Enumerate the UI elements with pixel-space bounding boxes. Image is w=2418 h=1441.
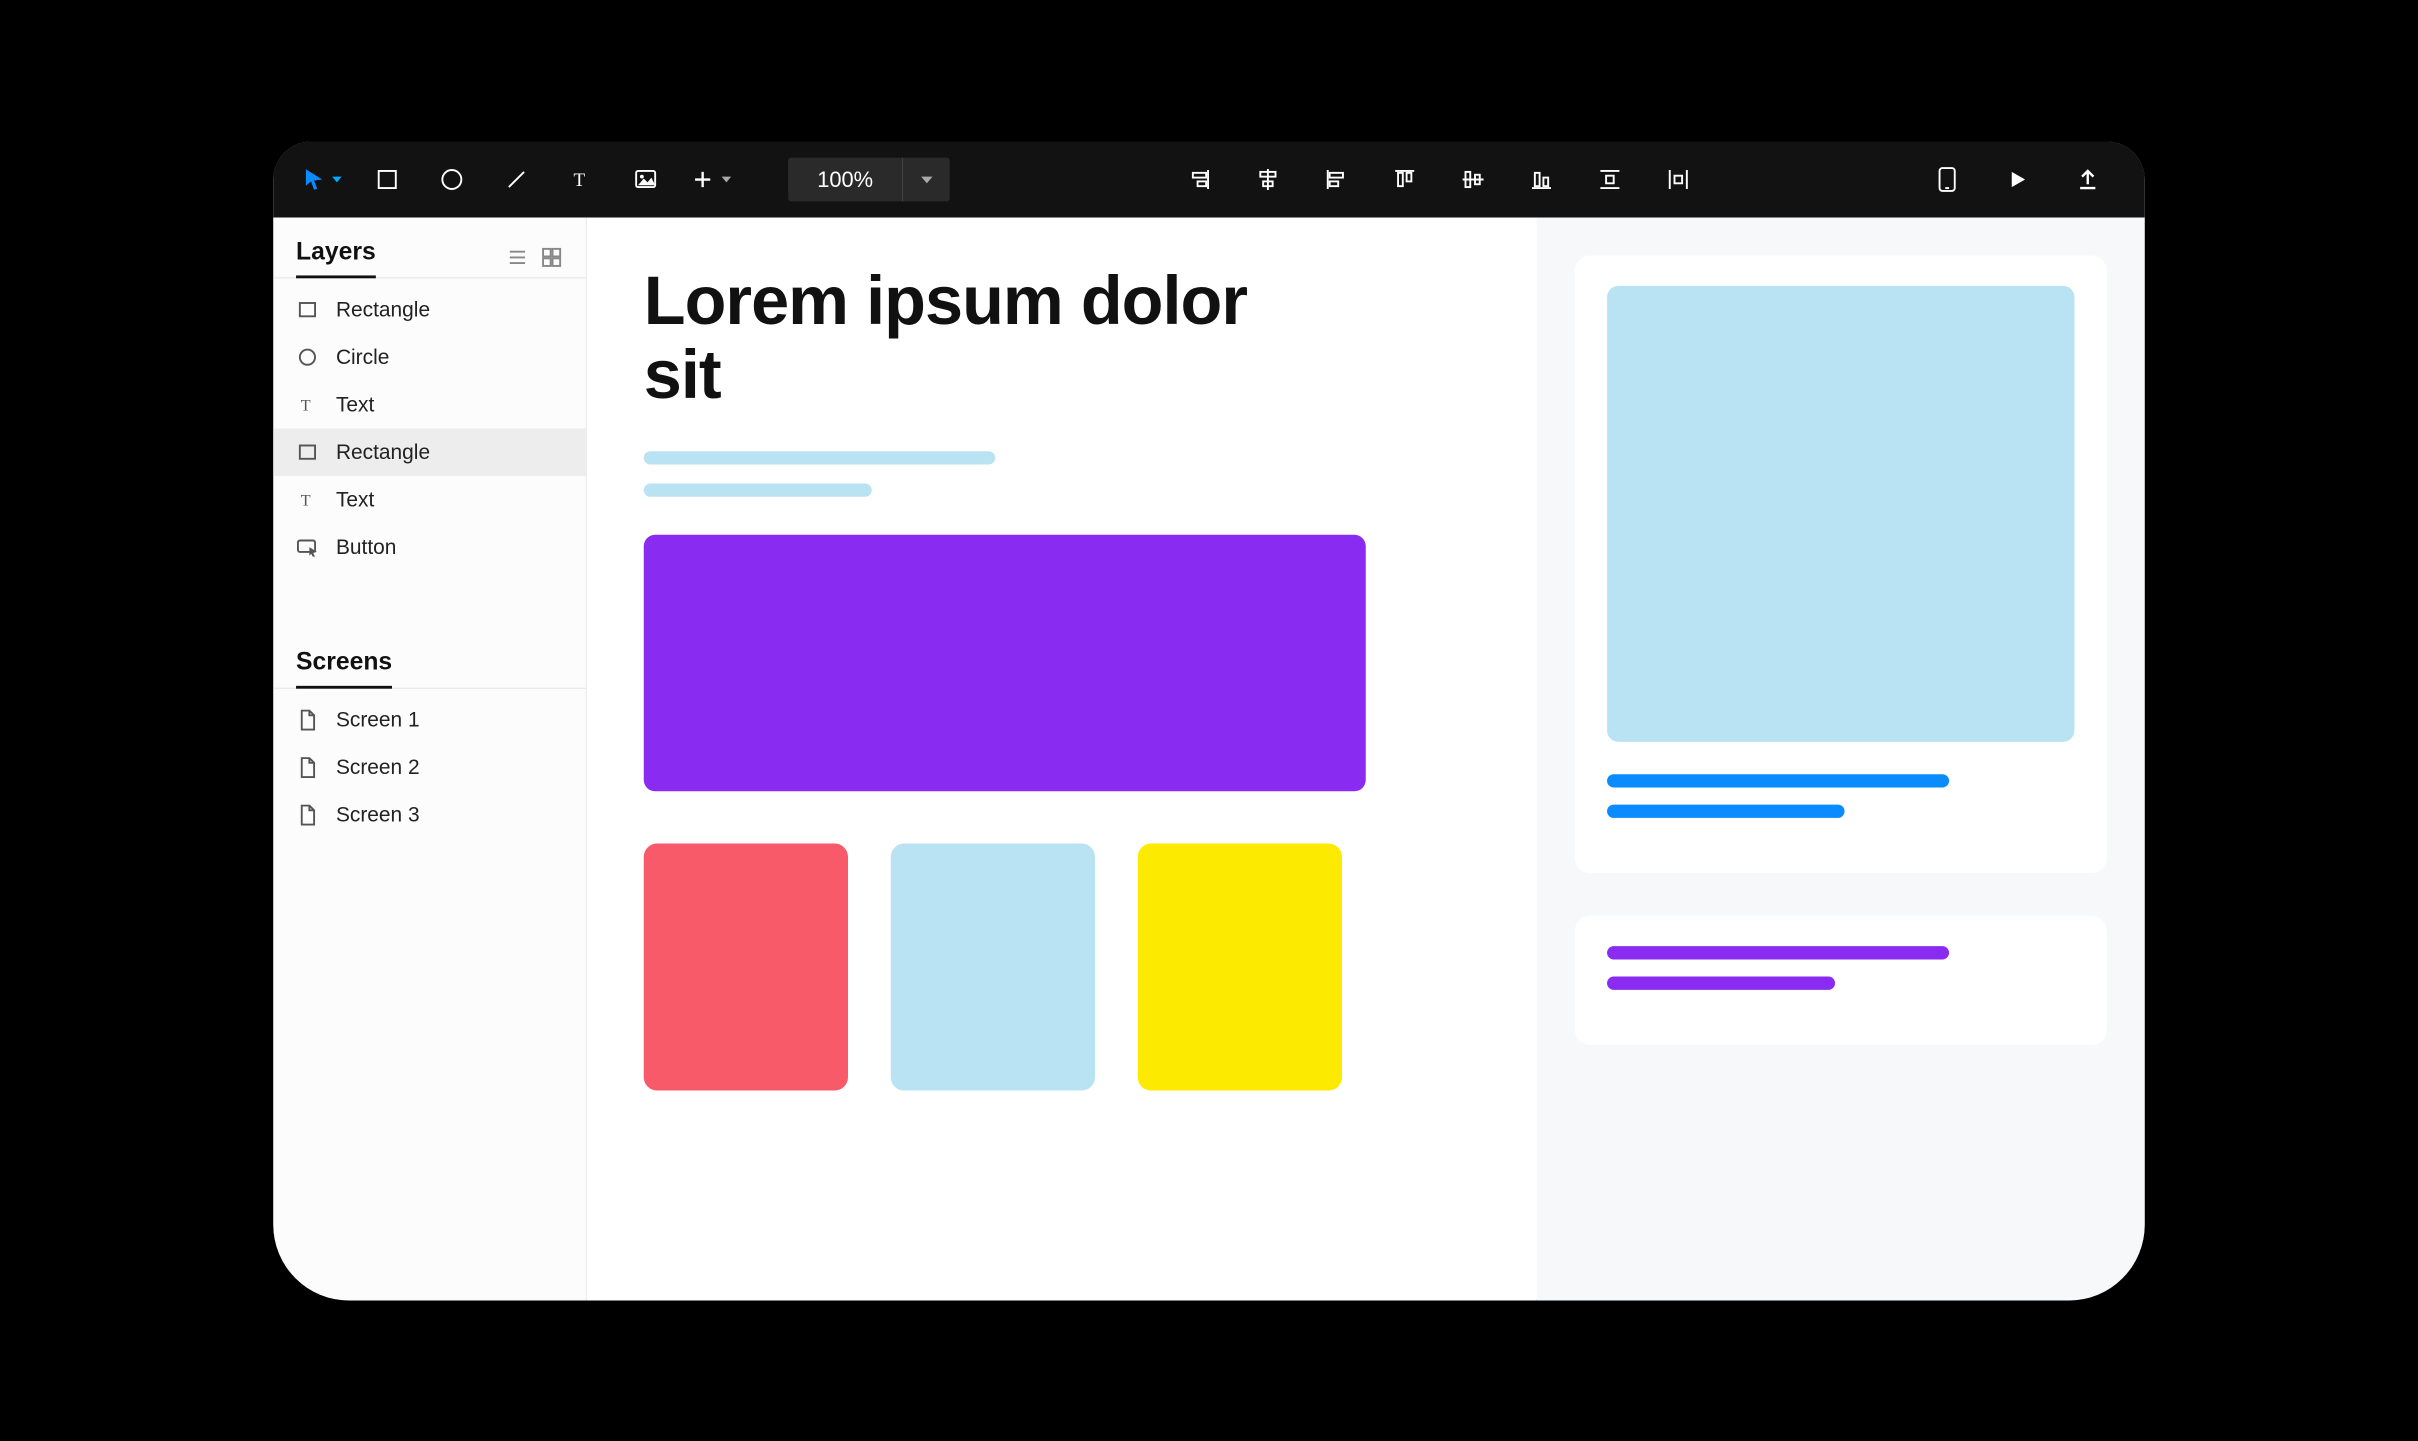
zoom-value[interactable]: 100%: [788, 157, 902, 201]
placeholder-line: [1607, 804, 1845, 817]
ellipse-tool[interactable]: [433, 160, 471, 198]
text-icon: T: [296, 488, 319, 511]
screen-label: Screen 1: [336, 707, 420, 732]
page-icon: [296, 803, 319, 826]
layer-item[interactable]: Button: [273, 523, 586, 571]
svg-text:T: T: [301, 492, 311, 509]
align-right-icon[interactable]: [1181, 160, 1219, 198]
top-toolbar: T 100%: [273, 141, 2145, 217]
screens-title: Screens: [296, 646, 392, 688]
layer-item[interactable]: Rectangle: [273, 428, 586, 476]
layers-panel-header: Layers: [273, 225, 586, 278]
device-preview-icon[interactable]: [1928, 160, 1966, 198]
page-icon: [296, 756, 319, 779]
placeholder-line: [1607, 976, 1835, 989]
screen-item[interactable]: Screen 1: [273, 696, 586, 744]
layer-label: Rectangle: [336, 439, 430, 464]
layer-item[interactable]: Rectangle: [273, 285, 586, 333]
canvas-card[interactable]: [1138, 843, 1342, 1090]
layer-label: Rectangle: [336, 297, 430, 322]
zoom-dropdown[interactable]: [902, 157, 950, 201]
placeholder-line: [644, 483, 872, 496]
tool-group-shapes: T: [302, 160, 731, 198]
preview-card-1[interactable]: [1575, 255, 2107, 873]
rect-icon: [296, 440, 319, 463]
text-tool[interactable]: T: [562, 160, 600, 198]
canvas-large-rectangle[interactable]: [644, 534, 1366, 791]
canvas-card[interactable]: [644, 843, 848, 1090]
rectangle-tool[interactable]: [368, 160, 406, 198]
align-center-h-icon[interactable]: [1249, 160, 1287, 198]
align-left-icon[interactable]: [1317, 160, 1355, 198]
screen-label: Screen 3: [336, 802, 420, 827]
layer-label: Circle: [336, 344, 389, 369]
layer-label: Text: [336, 392, 374, 417]
placeholder-line: [1607, 946, 1949, 959]
layer-list: Rectangle Circle T Text Rectangle T Text Button: [273, 278, 586, 578]
layer-label: Button: [336, 534, 396, 559]
image-tool[interactable]: [627, 160, 665, 198]
align-top-icon[interactable]: [1386, 160, 1424, 198]
design-canvas[interactable]: Lorem ipsum dolor sit: [587, 217, 1537, 1300]
list-view-icon[interactable]: [506, 246, 529, 269]
screen-list: Screen 1 Screen 2 Screen 3: [273, 688, 586, 846]
play-icon[interactable]: [1998, 160, 2036, 198]
canvas-card[interactable]: [891, 843, 1095, 1090]
svg-text:T: T: [301, 397, 311, 414]
tool-group-align: [1181, 160, 1698, 198]
screen-item[interactable]: Screen 3: [273, 791, 586, 839]
upload-icon[interactable]: [2069, 160, 2107, 198]
circle-icon: [296, 345, 319, 368]
preview-card-2[interactable]: [1575, 915, 2107, 1044]
canvas-headline[interactable]: Lorem ipsum dolor sit: [644, 265, 1309, 413]
left-sidebar: Layers Rectangle Circle T Text Rectangle T Tex…: [273, 217, 587, 1300]
canvas-subtext[interactable]: [644, 450, 1480, 496]
chevron-down-icon: [722, 176, 732, 182]
line-tool[interactable]: [497, 160, 535, 198]
add-tool[interactable]: [691, 168, 731, 191]
rect-icon: [296, 298, 319, 321]
app-window: T 100%: [273, 141, 2145, 1300]
tool-group-actions: [1928, 160, 2107, 198]
right-column: [1537, 217, 2145, 1300]
canvas-card-row: [644, 843, 1480, 1090]
layer-label: Text: [336, 487, 374, 512]
screen-item[interactable]: Screen 2: [273, 743, 586, 791]
preview-image-placeholder: [1607, 285, 2074, 741]
svg-text:T: T: [573, 170, 585, 191]
layer-item[interactable]: T Text: [273, 475, 586, 523]
layers-title: Layers: [296, 236, 376, 278]
page-icon: [296, 708, 319, 731]
distribute-v-icon[interactable]: [1591, 160, 1629, 198]
align-center-v-icon[interactable]: [1454, 160, 1492, 198]
layer-item[interactable]: Circle: [273, 333, 586, 381]
grid-view-icon[interactable]: [540, 246, 563, 269]
button-icon: [296, 535, 319, 558]
layer-item[interactable]: T Text: [273, 380, 586, 428]
screens-panel-header: Screens: [273, 635, 586, 688]
distribute-h-icon[interactable]: [1659, 160, 1697, 198]
chevron-down-icon: [332, 176, 342, 182]
text-icon: T: [296, 393, 319, 416]
placeholder-line: [644, 450, 996, 463]
zoom-control[interactable]: 100%: [788, 157, 950, 201]
align-bottom-icon[interactable]: [1523, 160, 1561, 198]
placeholder-line: [1607, 774, 1949, 787]
app-body: Layers Rectangle Circle T Text Rectangle T Tex…: [273, 217, 2145, 1300]
screen-label: Screen 2: [336, 755, 420, 780]
select-tool[interactable]: [302, 167, 342, 192]
